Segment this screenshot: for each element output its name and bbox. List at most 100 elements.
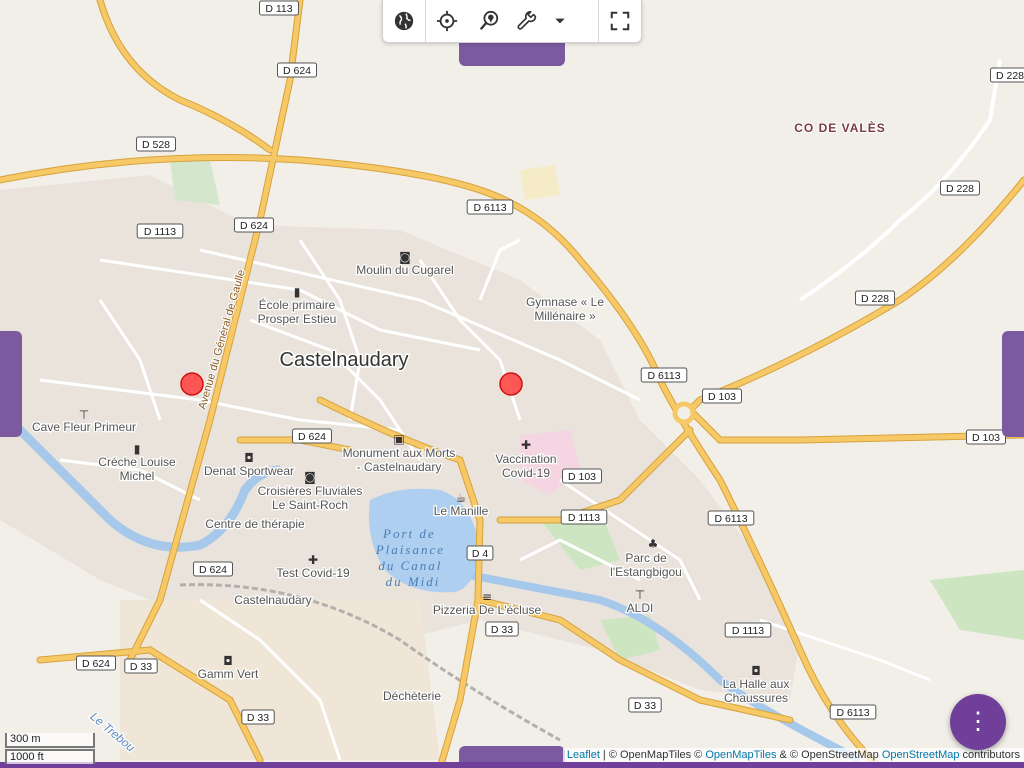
restaurant-icon: ≡ (482, 590, 492, 604)
road-shield: D 624 (292, 428, 332, 444)
poi-decheterie[interactable]: Déchèterie (382, 688, 443, 705)
tools-button[interactable] (510, 0, 546, 42)
layers-button[interactable] (383, 0, 425, 42)
poi-label: Créche Louise (98, 455, 176, 469)
tree-icon: ♣ (648, 537, 659, 551)
poi-label: Moulin du Cugarel (356, 263, 453, 277)
road-shield: D 6113 (640, 367, 688, 383)
top-panel-tab[interactable] (459, 42, 565, 66)
place-label-castelnaudary: Castelnaudary (280, 349, 409, 371)
road-shield-label: D 228 (996, 70, 1024, 82)
road-shield: D 6113 (707, 510, 755, 526)
road-shield-label: D 103 (708, 391, 736, 403)
road-shield: D 103 (966, 429, 1006, 445)
more-options-button[interactable]: ⋮ (950, 694, 1006, 750)
poi-label: Monument aux Morts (343, 446, 456, 460)
attribution-text: contributors (959, 749, 1020, 761)
school-icon: ▮ (134, 442, 141, 456)
road-shield: D 624 (277, 62, 317, 78)
cafe-icon: ☕ (456, 491, 467, 505)
yellow-area (520, 165, 560, 200)
poi-label: Cave Fleur Primeur (32, 420, 136, 434)
road-shield-label: D 624 (240, 220, 268, 232)
road-shield: D 228 (990, 67, 1024, 83)
poi-label: Covid-19 (502, 466, 550, 480)
school-icon: ▮ (294, 285, 301, 299)
road-shield-label: D 6113 (836, 707, 869, 719)
road-shield: D 103 (702, 388, 742, 404)
search-place-button[interactable] (468, 0, 510, 42)
water-label-line: Plaisance (375, 542, 445, 557)
road-shield: D 6113 (829, 704, 877, 720)
poi-therapie[interactable]: Centre de thérapie (204, 516, 306, 533)
attribution-text: & © OpenStreetMap (776, 749, 882, 761)
road-shield-label: D 6113 (647, 370, 680, 382)
poi-label: Castelnaudary (234, 593, 311, 607)
road-shield-label: D 624 (283, 65, 311, 77)
road-shield-label: D 228 (946, 183, 974, 195)
openmaptiles-link[interactable]: OpenMapTiles (705, 749, 776, 761)
right-panel-tab[interactable] (1002, 331, 1024, 437)
road-shield: D 528 (136, 136, 176, 152)
road-shield-label: D 103 (972, 432, 1000, 444)
road-shield: D 624 (234, 217, 274, 233)
left-panel-tab[interactable] (0, 331, 22, 437)
poi-gymnase[interactable]: Gymnase « LeMillénaire » (525, 294, 606, 325)
road-shield-label: D 1113 (568, 512, 600, 524)
road-shield-label: D 528 (142, 139, 170, 151)
map-toolbar (382, 0, 642, 43)
shopping-bag-icon: ◘ (751, 664, 761, 678)
poi-label: Pizzeria De L'écluse (433, 603, 542, 617)
tools-menu-button[interactable] (546, 0, 574, 42)
fullscreen-button[interactable] (599, 0, 641, 42)
poi-label: Gamm Vert (198, 667, 259, 681)
camera-icon: ◙ (304, 470, 316, 484)
location-marker[interactable] (180, 372, 204, 396)
map-canvas[interactable]: Castelnaudary CO DE VALÈS Avenue du Géné… (0, 0, 1024, 768)
poi-label: l'Estangbigou (610, 565, 682, 579)
road-shield-label: D 1113 (732, 625, 764, 637)
road-shield-label: D 624 (82, 658, 110, 670)
poi-label: École primaire (259, 297, 336, 312)
crosshair-icon (436, 10, 458, 32)
area-label-co-de-vales: CO DE VALÈS (794, 120, 885, 135)
water-label-line: Port de (382, 526, 436, 541)
openstreetmap-link[interactable]: OpenStreetMap (882, 749, 960, 761)
locate-button[interactable] (426, 0, 468, 42)
road-shield-label: D 624 (298, 431, 326, 443)
location-marker[interactable] (499, 372, 523, 396)
road-shield-label: D 33 (634, 700, 656, 712)
road-shield-label: D 33 (130, 661, 152, 673)
poi-label: Prosper Estieu (258, 312, 337, 326)
road-shield-label: D 103 (568, 471, 596, 483)
attribution-text: | © OpenMapTiles © (599, 749, 706, 761)
poi-label: Gymnase « Le (526, 295, 604, 309)
road-shield-label: D 33 (491, 624, 513, 636)
road-shield: D 624 (76, 655, 116, 671)
search-location-icon (479, 10, 499, 30)
road-shield: D 33 (124, 658, 158, 674)
water-label: Port de Plaisance du Canal du Midi (375, 526, 451, 589)
caret-down-icon (555, 18, 565, 24)
poi-castel2[interactable]: Castelnaudary (233, 592, 313, 609)
poi-label: La Halle aux (723, 677, 790, 691)
poi-label: Vaccination (495, 452, 556, 466)
leaflet-link[interactable]: Leaflet (567, 749, 600, 761)
globe-icon (394, 11, 414, 31)
more-vertical-icon: ⋮ (966, 708, 990, 735)
road-shield: D 6113 (466, 199, 514, 215)
poi-label: Centre de thérapie (205, 517, 305, 531)
road-shield-label: D 33 (247, 712, 269, 724)
road-shield-label: D 1113 (144, 226, 176, 238)
road-shield: D 33 (485, 621, 519, 637)
medical-cross-icon: ✚ (308, 553, 318, 567)
wrench-icon (517, 11, 537, 30)
poi-label: Chaussures (724, 691, 788, 705)
road-shield: D 228 (855, 290, 895, 306)
road-shield: D 103 (562, 468, 602, 484)
road-shield: D 228 (940, 180, 980, 196)
bottom-bar (0, 762, 1024, 768)
road-shield: D 1113 (136, 223, 184, 239)
poi-label: ALDI (627, 601, 654, 615)
scale-imperial: 1000 ft (5, 749, 95, 764)
